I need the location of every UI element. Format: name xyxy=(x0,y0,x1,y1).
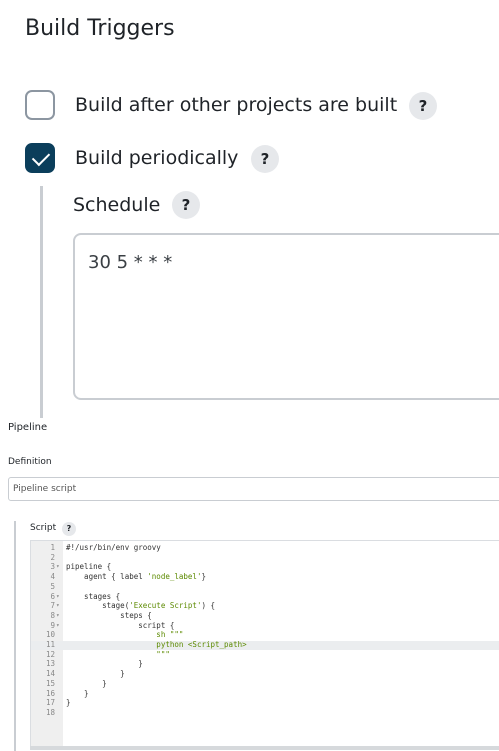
checkmark-icon xyxy=(31,147,51,167)
definition-select[interactable]: Pipeline script xyxy=(8,477,499,501)
line-number: 13 xyxy=(45,659,55,669)
code-line: } xyxy=(66,678,107,688)
line-number: 3 xyxy=(50,562,55,572)
code-line: python <Script_path> xyxy=(66,640,247,649)
fold-toggle-icon xyxy=(56,679,62,689)
fold-toggle-icon xyxy=(56,640,62,650)
fold-toggle-icon xyxy=(56,689,62,699)
code-line: #!/usr/bin/env groovy xyxy=(66,543,161,552)
schedule-label: Schedule xyxy=(73,194,161,216)
line-number: 17 xyxy=(45,698,55,708)
help-icon[interactable]: ? xyxy=(62,522,76,536)
build-periodically-checkbox[interactable] xyxy=(25,143,55,173)
fold-toggle-icon[interactable]: ▾ xyxy=(56,601,62,611)
line-number: 7 xyxy=(50,601,55,611)
pipeline-heading: Pipeline xyxy=(8,422,48,433)
code-line: } xyxy=(66,698,71,708)
help-icon[interactable]: ? xyxy=(172,191,200,219)
fold-toggle-icon[interactable]: ▾ xyxy=(56,562,62,572)
fold-toggle-icon xyxy=(56,669,62,679)
code-line: sh """ xyxy=(66,630,184,640)
code-line: stage('Execute Script') { xyxy=(66,601,216,611)
definition-label: Definition xyxy=(8,457,52,467)
line-number: 5 xyxy=(50,581,55,591)
fold-toggle-icon xyxy=(56,630,62,640)
line-number: 16 xyxy=(45,688,55,698)
editor-scrollbar[interactable] xyxy=(30,746,499,750)
fold-toggle-icon xyxy=(56,572,62,582)
line-number: 18 xyxy=(45,707,55,717)
help-icon[interactable]: ? xyxy=(409,92,437,120)
code-lines: 1 #!/usr/bin/env groovy 2 3 ▾ pipeline {4 age… xyxy=(0,543,499,743)
fold-toggle-icon xyxy=(56,659,62,669)
section-title: Build Triggers xyxy=(25,16,175,41)
fold-toggle-icon[interactable]: ▾ xyxy=(56,592,62,602)
line-number: 12 xyxy=(45,649,55,659)
fold-toggle-icon xyxy=(56,543,62,553)
code-line: stages { xyxy=(66,591,121,601)
line-number: 9 xyxy=(50,620,55,630)
code-line: } xyxy=(66,688,89,698)
line-number: 1 xyxy=(50,543,55,552)
code-line: script { xyxy=(66,620,175,630)
code-line: pipeline { xyxy=(66,562,112,572)
fold-toggle-icon[interactable]: ▾ xyxy=(56,621,62,631)
line-number: 15 xyxy=(45,678,55,688)
fold-toggle-icon xyxy=(56,582,62,592)
schedule-value: 30 5 * * * xyxy=(88,252,173,273)
fold-toggle-icon[interactable]: ▾ xyxy=(56,611,62,621)
fold-toggle-icon xyxy=(56,698,62,708)
line-number: 11 xyxy=(45,640,55,649)
fold-toggle-icon xyxy=(56,553,62,563)
code-line: agent { label 'node_label'} xyxy=(66,572,206,582)
build-after-other-projects-checkbox[interactable] xyxy=(25,90,55,120)
line-number: 8 xyxy=(50,610,55,620)
fold-toggle-icon xyxy=(56,708,62,718)
section-indent-line xyxy=(40,186,43,418)
line-number: 4 xyxy=(50,572,55,582)
line-number: 2 xyxy=(50,552,55,562)
fold-toggle-icon xyxy=(56,650,62,660)
build-after-other-projects-label: Build after other projects are built xyxy=(75,94,398,116)
code-line: steps { xyxy=(66,610,152,620)
code-line: """ xyxy=(66,649,170,659)
script-label: Script xyxy=(30,523,57,533)
line-number: 14 xyxy=(45,669,55,679)
code-line: } xyxy=(66,669,125,679)
line-number: 6 xyxy=(50,591,55,601)
help-icon[interactable]: ? xyxy=(251,145,279,173)
line-number: 10 xyxy=(45,630,55,640)
build-periodically-label: Build periodically xyxy=(75,147,239,169)
code-line: } xyxy=(66,659,143,669)
